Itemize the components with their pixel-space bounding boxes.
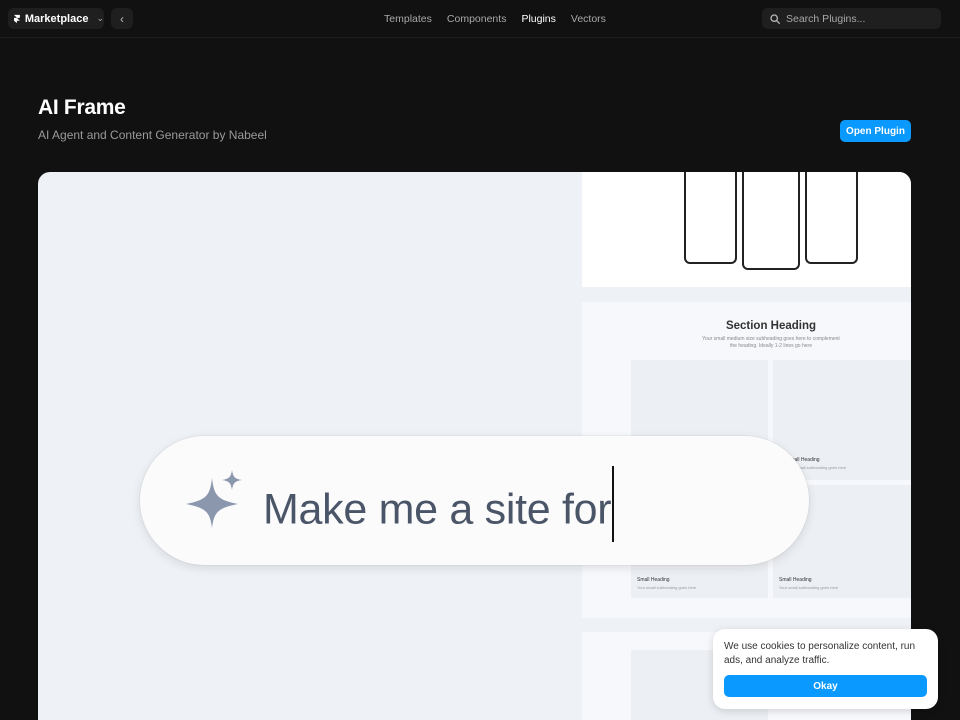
phone-mockup [684,172,737,264]
phone-mockup [742,172,800,270]
cookie-okay-button[interactable]: Okay [724,675,927,697]
page-title: AI Frame [38,96,126,119]
nav-link-components[interactable]: Components [447,13,507,25]
cookie-text: We use cookies to personalize content, r… [724,641,916,666]
nav-link-vectors[interactable]: Vectors [571,13,606,25]
phone-mockup [805,172,858,264]
prompt-bar: Make me a site for [140,436,809,565]
section-subheading: Your small medium size subheading goes h… [702,336,840,349]
open-plugin-button[interactable]: Open Plugin [840,120,911,142]
search-box[interactable] [762,8,941,29]
nav-link-templates[interactable]: Templates [384,13,432,25]
page-subtitle: AI Agent and Content Generator by Nabeel [38,128,267,142]
card-label: Small Heading [637,577,670,583]
cookie-banner: We use cookies to personalize content, r… [713,629,938,709]
prompt-typed-text: Make me a site for [263,485,612,534]
card-label: Small Heading [779,577,812,583]
search-input[interactable] [786,12,936,25]
card-sub: Your small subheading goes here [637,585,697,590]
nav-link-plugins[interactable]: Plugins [521,13,555,25]
prompt-text: Make me a site for [263,466,615,550]
search-icon [770,13,780,24]
section-heading: Section Heading [725,320,817,332]
sparkle-icon [186,470,242,528]
text-caret [612,466,615,542]
card-sub: Your small subheading goes here [779,585,839,590]
top-navigation: Marketplace ⌄ ‹ Templates Components Plu… [0,0,960,38]
preview-panel-phones [582,172,911,287]
